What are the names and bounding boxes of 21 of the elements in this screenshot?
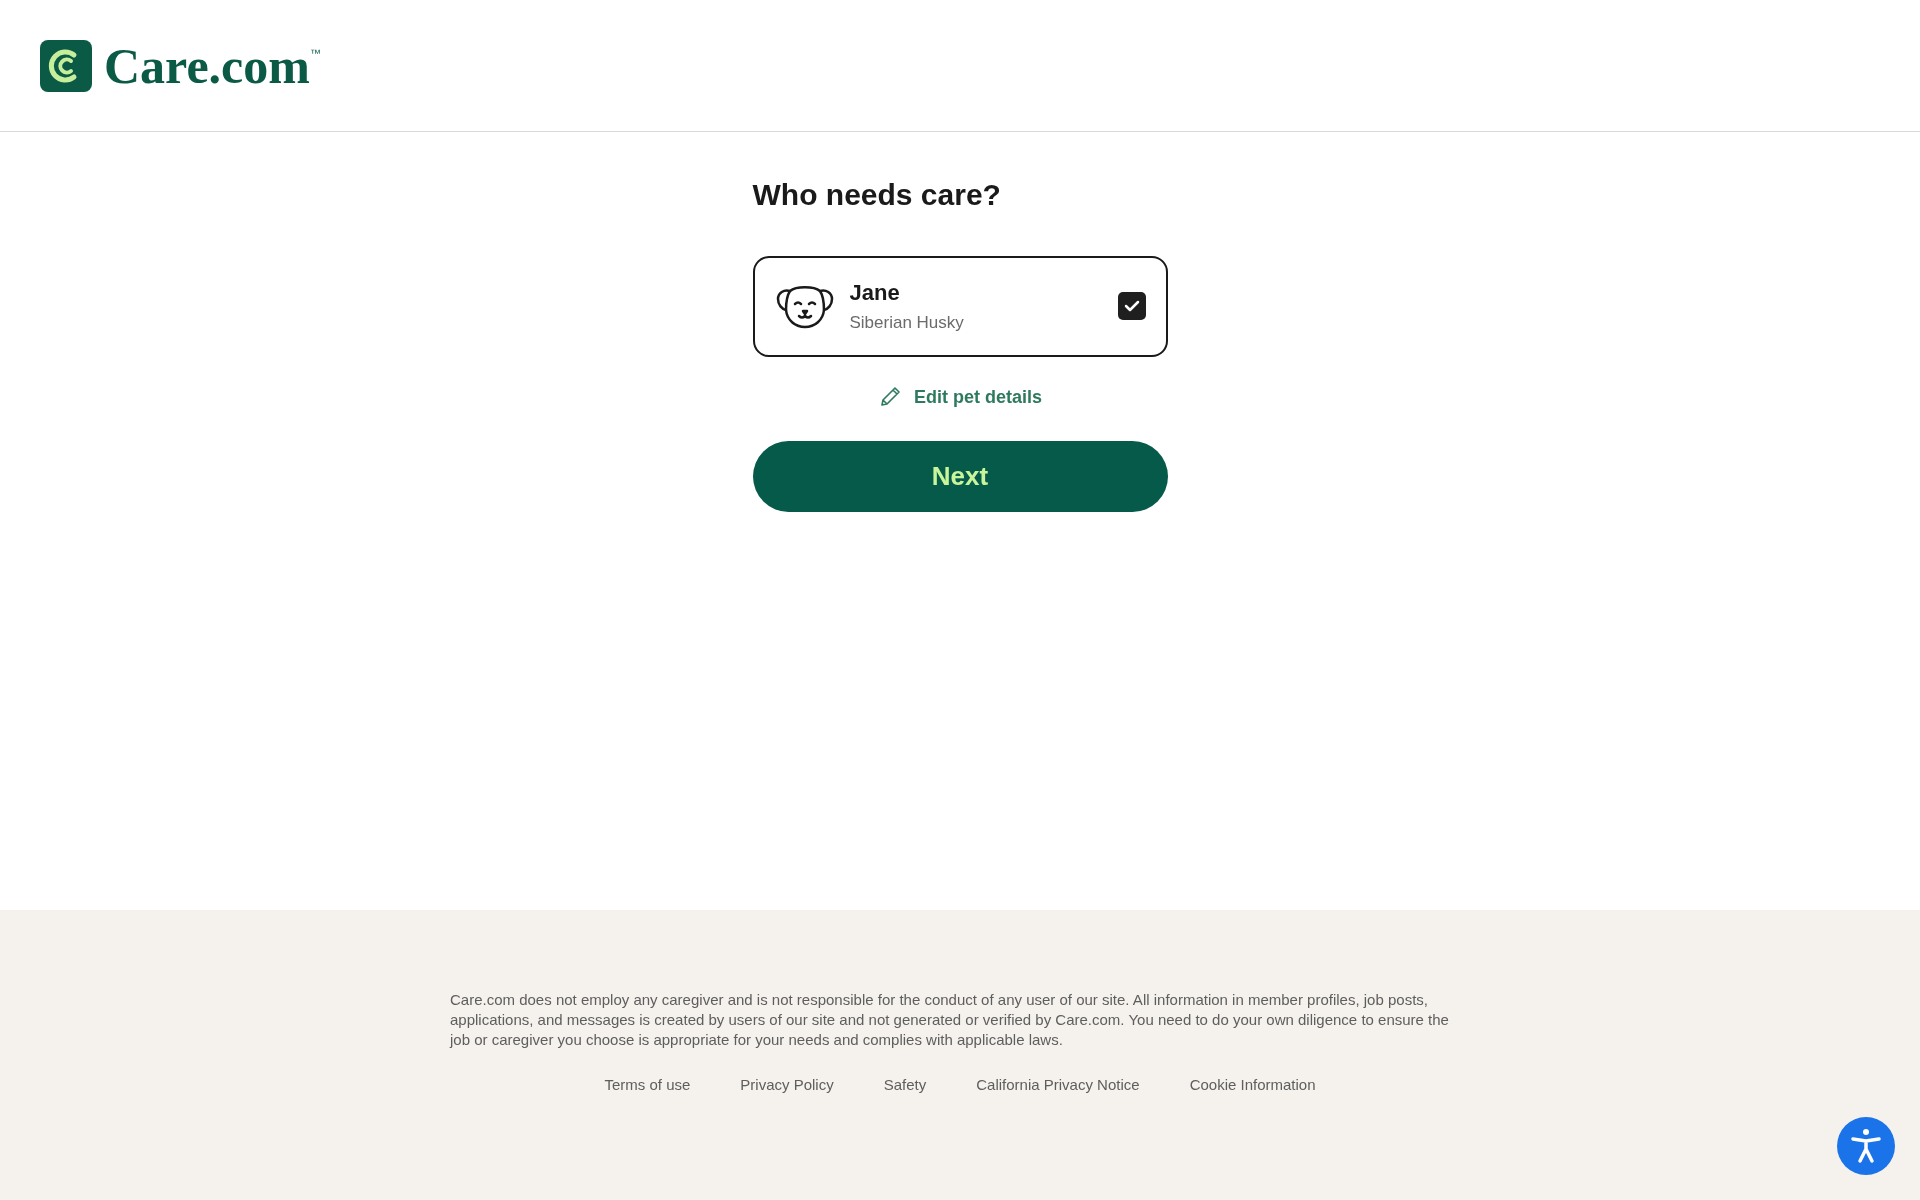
footer-link[interactable]: Safety	[883, 1074, 927, 1097]
pet-name: Jane	[849, 278, 901, 307]
footer-link[interactable]: California Privacy Notice	[976, 1074, 1140, 1097]
accessibility-button[interactable]	[1837, 1117, 1895, 1175]
checkmark-icon	[1123, 300, 1140, 312]
edit-pet-details-link[interactable]: Edit pet details	[914, 383, 1042, 411]
logo-wordmark: Care.com	[104, 40, 310, 91]
footer-link[interactable]: Terms of use	[604, 1074, 691, 1097]
checkbox[interactable]	[1117, 292, 1146, 320]
accessibility-icon	[1850, 1128, 1882, 1164]
trademark-symbol: ™	[309, 45, 321, 61]
disclaimer-text: Care.com does not employ any caregiver and is not responsible for the conduct of any user of our site. All information in member profiles, job posts, applications, and messages is created by users of our site and not generated or verified by Care.com. You need to do your own diligence to ensure the job or caregiver you choose is appropriate for your needs and complies with applicable laws.	[450, 990, 1450, 1050]
footer-link[interactable]: Cookie Information	[1189, 1074, 1316, 1097]
next-button[interactable]: Next	[752, 440, 1168, 512]
dog-face-icon	[775, 283, 834, 329]
page-heading: Who needs care?	[752, 177, 1002, 213]
pet-breed: Siberian Husky	[849, 312, 965, 334]
pencil-icon	[878, 385, 902, 409]
footer-link[interactable]: Privacy Policy	[740, 1074, 834, 1097]
pet-card[interactable]: Jane Siberian Husky	[752, 255, 1168, 357]
logo-icon	[40, 39, 92, 92]
